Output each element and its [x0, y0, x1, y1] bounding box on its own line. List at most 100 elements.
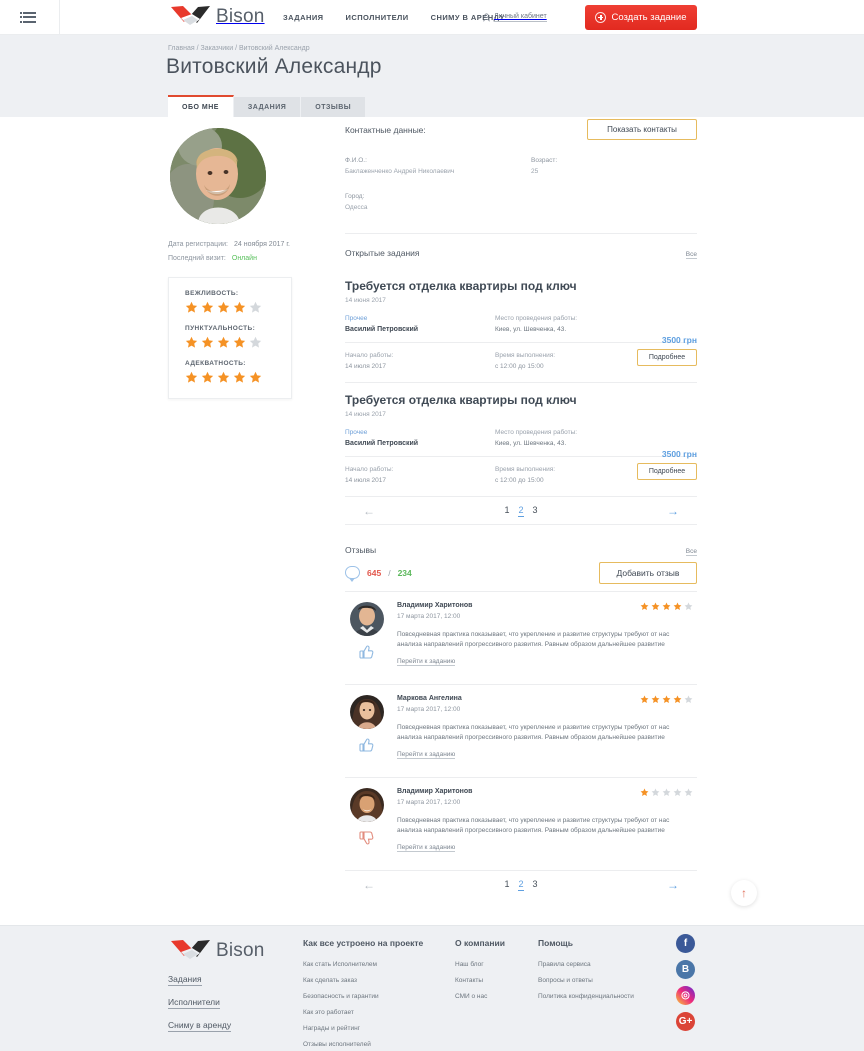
reviews-count-separator: / [388, 567, 391, 578]
breadcrumb-home[interactable]: Главная [168, 45, 195, 52]
footer-link[interactable]: Контакты [455, 977, 530, 984]
tab-tasks[interactable]: ЗАДАНИЯ [233, 97, 302, 117]
avatar [170, 128, 266, 224]
last-visit-value: Онлайн [231, 255, 257, 262]
footer-link[interactable]: Отзывы исполнителей [303, 1041, 448, 1048]
task-details: Прочее Василий Петровский Место проведен… [345, 429, 697, 447]
profile-meta: Дата регистрации: 24 ноября 2017 г. Посл… [168, 241, 308, 269]
footer-link[interactable]: Политика конфиденциальности [538, 993, 663, 1000]
review-stars [640, 695, 693, 704]
age-label: Возраст: [531, 157, 558, 164]
facebook-icon[interactable]: f [676, 934, 695, 953]
reviews-negative-count: 234 [397, 567, 412, 578]
tasks-page-2[interactable]: 2 [518, 505, 524, 517]
contacts-grid: Ф.И.О.: Возраст: Баклаженченко Андрей Ни… [345, 157, 697, 211]
task-place-label: Место проведения работы: [495, 315, 578, 322]
footer-column-help: Помощь Правила сервиса Вопросы и ответы … [538, 938, 663, 1009]
task-card[interactable]: Требуется отделка квартиры под ключ 14 и… [345, 269, 697, 383]
tasks-page-3[interactable]: 3 [533, 505, 538, 516]
tab-about[interactable]: ОБО МНЕ [168, 95, 234, 117]
footer-link[interactable]: СМИ о нас [455, 993, 530, 1000]
tasks-section: Открытые задания Все Требуется отделка к… [345, 248, 697, 525]
footer-brand[interactable]: Bison [170, 938, 265, 964]
rating-stars-adequacy [185, 371, 291, 384]
rating-label-punctuality: ПУНКТУАЛЬНОСТЬ: [185, 325, 256, 332]
reviews-page-2[interactable]: 2 [518, 879, 524, 891]
arrow-right-icon[interactable]: → [667, 505, 679, 517]
footer-link[interactable]: Награды и рейтинг [303, 1025, 448, 1032]
footer-link[interactable]: Безопасность и гарантии [303, 993, 448, 1000]
thumbs-up-icon[interactable] [359, 644, 375, 660]
tasks-page-1[interactable]: 1 [504, 505, 509, 516]
reviews-header: Отзывы Все [345, 545, 697, 556]
task-footer: 3500 грн Начало работы: 14 июля 2017 Вре… [345, 449, 697, 484]
task-place-label: Место проведения работы: [495, 429, 578, 436]
nav-item-performers[interactable]: ИСПОЛНИТЕЛИ [346, 13, 409, 22]
footer-link[interactable]: Как сделать заказ [303, 977, 448, 984]
task-category: Прочее [345, 315, 368, 322]
footer-link[interactable]: Наш блог [455, 961, 530, 968]
tab-reviews[interactable]: ОТЗЫВЫ [301, 97, 367, 117]
create-task-label: Создать задание [611, 12, 687, 23]
reviews-page-3[interactable]: 3 [533, 879, 538, 890]
instagram-icon[interactable]: ◎ [676, 986, 695, 1005]
page-title: Витовский Александр [166, 55, 382, 78]
footer-nav-performers[interactable]: Исполнители [168, 997, 220, 1009]
footer-nav-tasks[interactable]: Задания [168, 974, 202, 986]
footer-link[interactable]: Правила сервиса [538, 961, 663, 968]
scroll-to-top-button[interactable]: ↑ [731, 880, 757, 906]
task-more-button[interactable]: Подробнее [637, 463, 697, 480]
contacts-divider [345, 233, 697, 234]
footer-link[interactable]: Как это работает [303, 1009, 448, 1016]
breadcrumb-customers[interactable]: Заказчики [201, 45, 234, 52]
review-task-link[interactable]: Перейти к заданию [397, 751, 456, 760]
vk-icon[interactable]: В [676, 960, 695, 979]
arrow-left-icon[interactable]: ← [363, 879, 375, 891]
main-nav: ЗАДАНИЯ ИСПОЛНИТЕЛИ СНИМУ В АРЕНДУ [283, 0, 505, 35]
arrow-right-icon[interactable]: → [667, 879, 679, 891]
rating-stars-politeness [185, 301, 291, 314]
show-contacts-button[interactable]: Показать контакты [587, 119, 697, 140]
registration-value: 24 ноября 2017 г. [233, 241, 290, 248]
task-footer: 3500 грн Начало работы: 14 июля 2017 Вре… [345, 335, 697, 370]
brand-name: Bison [216, 6, 265, 27]
page-content: Дата регистрации: 24 ноября 2017 г. Посл… [0, 117, 864, 925]
menu-button[interactable] [0, 0, 60, 35]
task-title: Требуется отделка квартиры под ключ [345, 279, 577, 293]
task-card[interactable]: Требуется отделка квартиры под ключ 14 и… [345, 383, 697, 484]
brand-logo-link[interactable]: Bison [170, 4, 265, 30]
profile-tabs: ОБО МНЕ ЗАДАНИЯ ОТЗЫВЫ [168, 95, 367, 117]
footer-nav: Задания Исполнители Сниму в аренду [168, 974, 232, 1043]
registration-label: Дата регистрации: [168, 241, 228, 248]
city-label: Город: [345, 193, 365, 200]
reviews-title: Отзывы [345, 545, 377, 555]
create-task-button[interactable]: Создать задание [585, 5, 697, 30]
review-item: Владимир Харитонов 17 марта 2017, 12:00 … [345, 777, 697, 858]
thumbs-up-icon[interactable] [359, 737, 375, 753]
footer-column-company: О компании Наш блог Контакты СМИ о нас [455, 938, 530, 1009]
google-plus-icon[interactable]: G+ [676, 1012, 695, 1031]
footer-nav-rent[interactable]: Сниму в аренду [168, 1020, 232, 1032]
task-more-button[interactable]: Подробнее [637, 349, 697, 366]
review-task-link[interactable]: Перейти к заданию [397, 658, 456, 667]
review-task-link[interactable]: Перейти к заданию [397, 844, 456, 853]
footer-link[interactable]: Как стать Исполнителем [303, 961, 448, 968]
tasks-pagination: ← 1 2 3 → [345, 496, 697, 524]
review-stars [640, 602, 693, 611]
thumbs-down-icon[interactable] [359, 830, 375, 846]
footer-column-title: Как все устроено на проекте [303, 938, 424, 948]
account-link[interactable]: Личный кабинет [483, 0, 547, 35]
comment-bubble-icon [345, 566, 360, 582]
footer-link[interactable]: Вопросы и ответы [538, 977, 663, 984]
page-footer: Bison Задания Исполнители Сниму в аренду… [0, 925, 864, 1051]
contacts-block: Контактные данные: Показать контакты Ф.И… [345, 117, 697, 234]
reviews-page-numbers: 1 2 3 [504, 879, 538, 891]
add-review-button[interactable]: Добавить отзыв [599, 562, 697, 584]
task-start-value: 14 июля 2017 [345, 363, 386, 370]
tasks-all-link[interactable]: Все [685, 251, 697, 259]
footer-column-title: О компании [455, 938, 505, 948]
reviews-page-1[interactable]: 1 [504, 879, 509, 890]
nav-item-tasks[interactable]: ЗАДАНИЯ [283, 13, 324, 22]
arrow-left-icon[interactable]: ← [363, 505, 375, 517]
reviews-all-link[interactable]: Все [685, 548, 697, 556]
